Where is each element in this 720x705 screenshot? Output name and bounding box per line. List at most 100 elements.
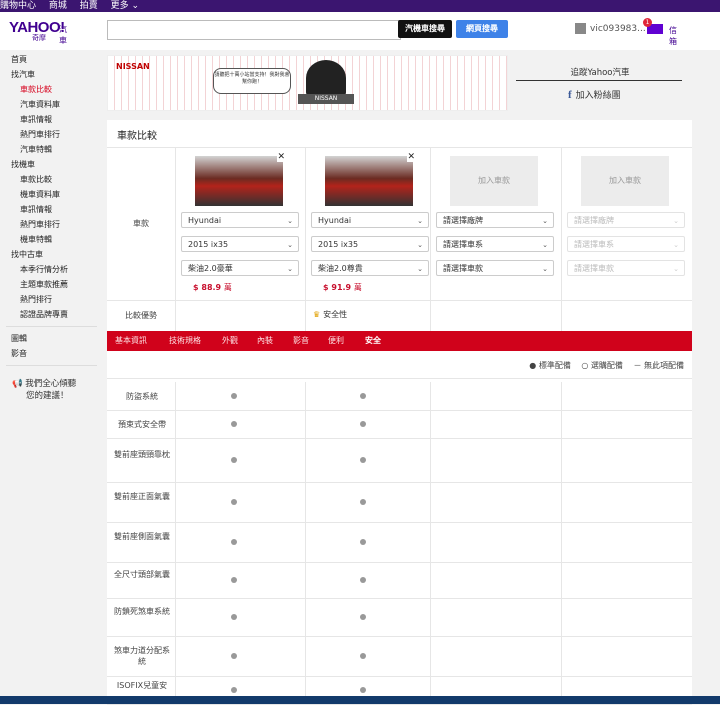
select-brand-value: 請選擇廠牌 bbox=[574, 216, 614, 225]
sidebar-item[interactable]: 熱門車排行 bbox=[0, 127, 103, 142]
sidebar-item[interactable]: 找中古車 bbox=[0, 247, 103, 262]
sidebar-item[interactable]: 主題車款推薦 bbox=[0, 277, 103, 292]
select-trim-value: 柴油2.0尊貴 bbox=[318, 264, 363, 273]
standard-equipment-dot bbox=[360, 577, 366, 583]
sidebar-item[interactable]: 機車資料庫 bbox=[0, 187, 103, 202]
close-icon[interactable]: ✕ bbox=[277, 153, 285, 162]
sidebar-item[interactable]: 車款比較 bbox=[0, 82, 103, 97]
sidebar-item[interactable]: 車訊情報 bbox=[0, 112, 103, 127]
sidebar-item[interactable]: 車款比較 bbox=[0, 172, 103, 187]
tab-1[interactable]: 技術規格 bbox=[169, 331, 201, 351]
chevron-down-icon: ⌄ bbox=[287, 241, 293, 249]
select-brand-value: Hyundai bbox=[318, 216, 352, 225]
megaphone-icon: 📢 bbox=[12, 379, 23, 389]
chevron-down-icon: ⌄ bbox=[673, 241, 679, 249]
standard-equipment-dot bbox=[231, 653, 237, 659]
select-brand: 請選擇廠牌 ⌄ bbox=[567, 212, 685, 228]
column-divider bbox=[430, 148, 431, 331]
divider bbox=[6, 365, 97, 366]
sidebar-item[interactable]: 熱門排行 bbox=[0, 292, 103, 307]
sidebar-item[interactable]: 找機車 bbox=[0, 157, 103, 172]
column-divider bbox=[175, 148, 176, 331]
tab-0[interactable]: 基本資訊 bbox=[115, 331, 147, 351]
divider bbox=[107, 300, 692, 301]
feature-row-label: 防盜系統 bbox=[126, 391, 158, 401]
facebook-icon: f bbox=[568, 89, 572, 101]
price-value: 91.9 bbox=[331, 283, 352, 292]
sidebar-item[interactable]: 汽車資料庫 bbox=[0, 97, 103, 112]
search-input[interactable] bbox=[107, 20, 401, 40]
select-trim[interactable]: 柴油2.0尊貴 ⌄ bbox=[311, 260, 429, 276]
tab-2[interactable]: 外觀 bbox=[222, 331, 238, 351]
column-divider bbox=[175, 522, 176, 562]
column-divider bbox=[305, 598, 306, 636]
web-search-button[interactable]: 網頁搜尋 bbox=[456, 20, 508, 38]
feature-row-label: ISOFIX兒童安 bbox=[116, 681, 168, 690]
select-brand[interactable]: 請選擇廠牌 ⌄ bbox=[436, 212, 554, 228]
feedback-link[interactable]: 📢 我們全心傾聽 您的建議！ bbox=[12, 378, 76, 402]
sidebar-item[interactable]: 找汽車 bbox=[0, 67, 103, 82]
tab-3[interactable]: 內裝 bbox=[257, 331, 273, 351]
legend: ● 標準配備 ○ 選購配備 － 無此項配備 bbox=[521, 360, 684, 371]
top-nav-more[interactable]: 更多 ⌄ bbox=[111, 1, 139, 11]
add-car-button[interactable]: 加入車款 bbox=[581, 156, 669, 206]
select-trim[interactable]: 柴油2.0豪華 ⌄ bbox=[181, 260, 299, 276]
select-model-value: 請選擇車系 bbox=[443, 240, 483, 249]
sidebar-item[interactable]: 圖輯 bbox=[0, 331, 103, 346]
tab-6[interactable]: 安全 bbox=[365, 331, 381, 351]
divider bbox=[107, 438, 692, 439]
user-account[interactable]: vic093983... bbox=[575, 23, 646, 34]
select-model[interactable]: 2015 ix35 ⌄ bbox=[311, 236, 429, 252]
sidebar-item[interactable]: 車訊情報 bbox=[0, 202, 103, 217]
chevron-down-icon: ⌄ bbox=[542, 217, 548, 225]
sidebar-item[interactable]: 熱門車排行 bbox=[0, 217, 103, 232]
column-divider bbox=[305, 482, 306, 522]
select-brand[interactable]: Hyundai ⌄ bbox=[181, 212, 299, 228]
chevron-down-icon: ⌄ bbox=[673, 265, 679, 273]
column-divider bbox=[561, 482, 562, 522]
top-nav-auction[interactable]: 拍賣 bbox=[80, 1, 98, 11]
select-trim-value: 請選擇車款 bbox=[574, 264, 614, 273]
yahoo-logo[interactable]: YAHOO! 奇摩 汽車 bbox=[9, 19, 67, 45]
column-divider bbox=[305, 522, 306, 562]
feature-row-label: 煞車力道分配系統 bbox=[114, 646, 170, 666]
standard-equipment-dot bbox=[360, 499, 366, 505]
select-model[interactable]: 請選擇車系 ⌄ bbox=[436, 236, 554, 252]
sidebar-item[interactable]: 首頁 bbox=[0, 52, 103, 67]
sidebar-item[interactable]: 本季行情分析 bbox=[0, 262, 103, 277]
column-divider bbox=[305, 382, 306, 410]
divider bbox=[516, 80, 682, 81]
tab-5[interactable]: 便利 bbox=[328, 331, 344, 351]
avatar-icon bbox=[575, 23, 586, 34]
add-car-button[interactable]: 加入車款 bbox=[450, 156, 538, 206]
tab-4[interactable]: 影音 bbox=[293, 331, 309, 351]
car-search-button[interactable]: 汽機車搜尋 bbox=[398, 20, 452, 38]
select-model-value: 2015 ix35 bbox=[188, 240, 229, 249]
sidebar-item[interactable]: 認證品牌專賣 bbox=[0, 307, 103, 322]
column-divider bbox=[175, 438, 176, 482]
page-title: 車款比較 bbox=[117, 131, 157, 142]
sidebar-item[interactable]: 機車特輯 bbox=[0, 232, 103, 247]
chevron-down-icon: ⌄ bbox=[417, 241, 423, 249]
mail-link[interactable]: 1 信箱 bbox=[643, 18, 677, 46]
ad-bubble-text: 請聽把十萬小站當支持！我對我會幫你跑！ bbox=[213, 68, 291, 94]
fb-join-link[interactable]: f 加入粉絲團 bbox=[568, 88, 621, 101]
select-brand[interactable]: Hyundai ⌄ bbox=[311, 212, 429, 228]
divider bbox=[107, 636, 692, 637]
top-nav-shopping[interactable]: 購物中心 bbox=[0, 1, 36, 11]
column-divider bbox=[561, 410, 562, 438]
column-divider bbox=[175, 562, 176, 598]
select-trim[interactable]: 請選擇車款 ⌄ bbox=[436, 260, 554, 276]
standard-equipment-dot bbox=[231, 457, 237, 463]
sidebar-item[interactable]: 汽車特輯 bbox=[0, 142, 103, 157]
select-model-value: 請選擇車系 bbox=[574, 240, 614, 249]
price-prefix: $ bbox=[323, 283, 329, 292]
top-nav-mall[interactable]: 商城 bbox=[49, 1, 67, 11]
standard-equipment-dot bbox=[360, 539, 366, 545]
ad-banner[interactable]: NISSAN 請聽把十萬小站當支持！我對我會幫你跑！ NISSAN bbox=[107, 55, 508, 111]
close-icon[interactable]: ✕ bbox=[407, 153, 415, 162]
sidebar-item[interactable]: 影音 bbox=[0, 346, 103, 361]
standard-equipment-dot bbox=[360, 393, 366, 399]
select-model[interactable]: 2015 ix35 ⌄ bbox=[181, 236, 299, 252]
feature-row-label: 防鎖死煞車系統 bbox=[114, 607, 170, 616]
